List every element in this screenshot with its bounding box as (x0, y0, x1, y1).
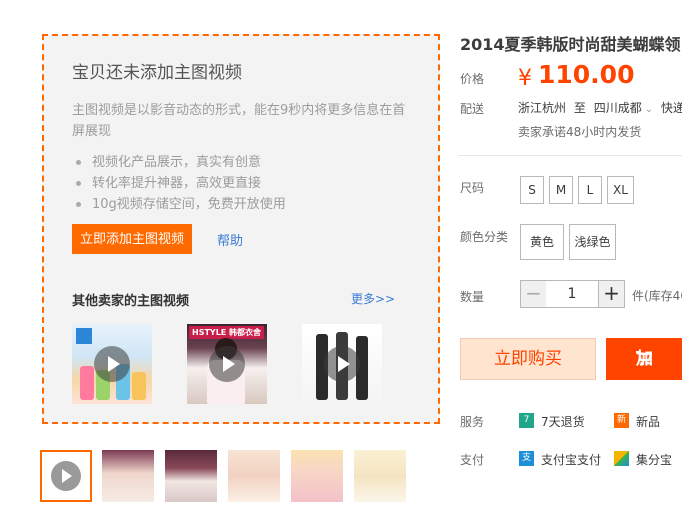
chevron-down-icon: ⌄ (644, 104, 654, 115)
ship-to-location-dropdown[interactable]: 四川成都 ⌄ (594, 101, 657, 115)
product-thumbnail[interactable] (165, 450, 217, 502)
ship-from: 浙江杭州 (518, 101, 567, 115)
ship-to-word: 至 (573, 101, 586, 115)
payment-jifenbao[interactable]: 集分宝 (636, 451, 672, 468)
quantity-label: 数量 (460, 290, 485, 304)
bullet-icon (76, 160, 81, 165)
video-panel-description: 主图视频是以影音动态的形式，能在9秒内将更多信息在首屏展现 (72, 103, 406, 139)
product-thumbnail[interactable] (354, 450, 406, 502)
add-to-cart-button[interactable]: 加 (606, 338, 682, 380)
payment-alipay[interactable]: 支付宝支付 (541, 451, 601, 468)
play-icon (51, 461, 81, 491)
benefit-item: 视频化产品展示，真实有创意 (74, 152, 286, 173)
color-option-light-green[interactable]: 浅绿色 (569, 224, 616, 260)
video-thumbnail[interactable] (72, 324, 152, 404)
product-thumbnail[interactable] (291, 450, 343, 502)
ship-speed: 快递 (660, 101, 682, 115)
seven-day-return-icon: 7 (519, 413, 534, 428)
other-sellers-video-thumbs: HSTYLE 韩都衣舍 (72, 324, 412, 404)
play-icon (94, 346, 130, 382)
quantity-decrement-button[interactable]: − (520, 280, 547, 308)
product-thumbnail[interactable] (102, 450, 154, 502)
video-thumbnail[interactable]: HSTYLE 韩都衣舍 (187, 324, 267, 404)
video-thumbnail[interactable] (302, 324, 382, 404)
product-shape (80, 366, 94, 400)
color-option-yellow[interactable]: 黄色 (520, 224, 564, 260)
video-thumbnail-selected[interactable] (40, 450, 92, 502)
brand-logo-icon (76, 328, 92, 344)
more-videos-link[interactable]: 更多>> (351, 290, 395, 307)
product-title: 2014夏季韩版时尚甜美蝴蝶领 (460, 35, 681, 54)
service-new-product[interactable]: 新品 (636, 413, 660, 430)
new-product-icon: 新 (614, 413, 629, 428)
product-page: 宝贝还未添加主图视频 主图视频是以影音动态的形式，能在9秒内将更多信息在首屏展现… (0, 0, 682, 519)
delivery-info: 浙江杭州 至 四川成都 ⌄ 快递 (518, 99, 682, 116)
product-thumbnail[interactable] (228, 450, 280, 502)
service-seven-day-return[interactable]: 7天退货 (541, 413, 585, 430)
add-main-video-button[interactable]: 立即添加主图视频 (72, 224, 193, 254)
quantity-input[interactable] (546, 280, 598, 308)
help-link[interactable]: 帮助 (217, 230, 243, 249)
main-video-placeholder-panel: 宝贝还未添加主图视频 主图视频是以影音动态的形式，能在9秒内将更多信息在首屏展现… (42, 34, 440, 424)
quantity-increment-button[interactable]: + (598, 280, 625, 308)
benefit-item: 转化率提升神器，高效更直接 (74, 173, 286, 194)
size-option-xl[interactable]: XL (607, 176, 634, 204)
buy-now-button[interactable]: 立即购买 (460, 338, 596, 380)
video-panel-title: 宝贝还未添加主图视频 (72, 63, 242, 83)
product-shape (132, 372, 146, 400)
video-benefits-list: 视频化产品展示，真实有创意 转化率提升神器，高效更直接 10g视频存储空间，免费… (74, 152, 286, 215)
size-option-s[interactable]: S (520, 176, 544, 204)
jifenbao-icon (614, 451, 629, 466)
price-label: 价格 (460, 72, 485, 86)
play-icon (209, 346, 245, 382)
play-icon (324, 346, 360, 382)
bullet-icon (76, 181, 81, 186)
price-currency-symbol: ¥ (518, 66, 532, 91)
bullet-icon (76, 202, 81, 207)
divider (458, 155, 682, 156)
service-label: 服务 (460, 415, 485, 429)
size-label: 尺码 (460, 181, 485, 195)
size-option-l[interactable]: L (578, 176, 602, 204)
shipping-promise: 卖家承诺48小时内发货 (518, 125, 642, 139)
cart-icon (636, 351, 652, 365)
stock-text: 件(库存40 (632, 289, 682, 303)
payment-label: 支付 (460, 453, 485, 467)
price-value: 110.00 (538, 60, 635, 89)
benefit-item: 10g视频存储空间，免费开放使用 (74, 194, 286, 215)
other-sellers-videos-title: 其他卖家的主图视频 (72, 294, 190, 309)
size-option-m[interactable]: M (549, 176, 573, 204)
delivery-label: 配送 (460, 102, 485, 116)
alipay-icon: 支 (519, 451, 534, 466)
color-label: 颜色分类 (460, 230, 509, 244)
